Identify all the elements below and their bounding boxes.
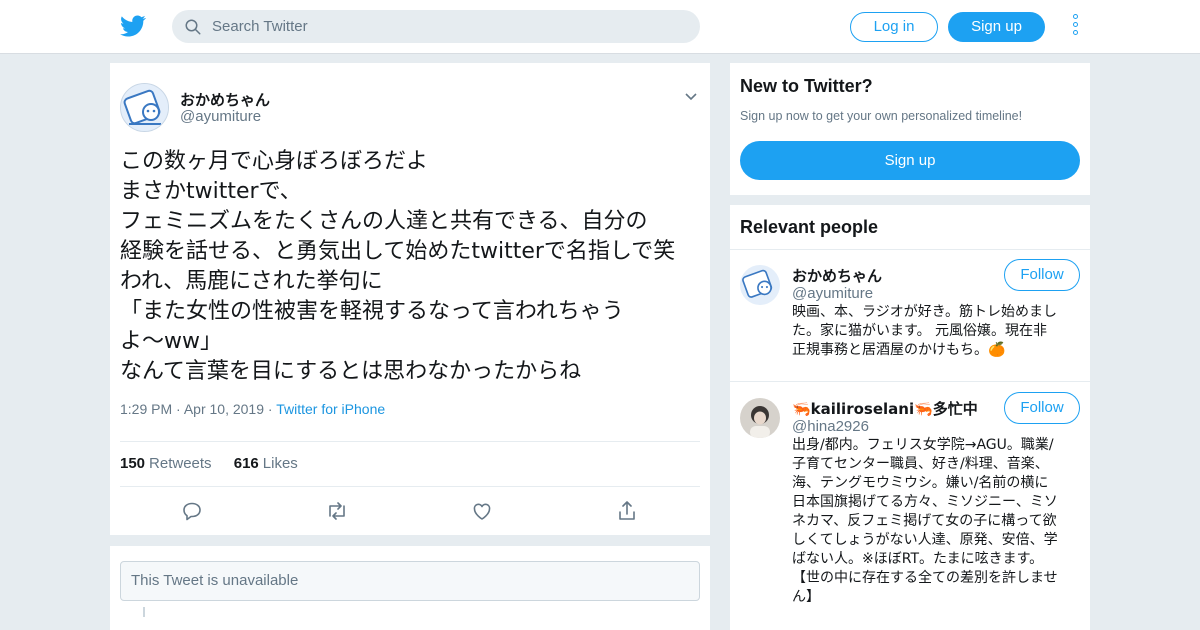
meta-separator: ·: [176, 401, 181, 417]
person-avatar[interactable]: [740, 398, 780, 438]
follow-button[interactable]: Follow: [1004, 392, 1080, 424]
tweet-date[interactable]: Apr 10, 2019: [184, 401, 264, 417]
tweet-text-line: この数ヶ月で心身ぼろぼろだよ: [120, 149, 429, 174]
retweet-icon[interactable]: [325, 499, 349, 523]
meta-separator: ·: [267, 401, 273, 417]
search-box[interactable]: [172, 10, 700, 43]
bio-line: しくてしょうがない人達、原発、安倍、学: [792, 532, 1058, 548]
share-icon[interactable]: [615, 499, 639, 523]
bio-line: 子育てセンター職員、好き/料理、音楽、: [792, 456, 1049, 472]
tweet-text-line: 「また女性の性被害を軽視するなって言われちゃう: [120, 299, 624, 324]
login-button[interactable]: Log in: [850, 12, 938, 42]
reply-icon[interactable]: [180, 499, 204, 523]
tweet-text-line: まさかtwitterで、: [120, 179, 302, 204]
tweet-actions: [120, 495, 700, 527]
avatar-photo: [740, 398, 780, 438]
bio-line: 出身/都内。フェリス女学院→AGU。職業/: [792, 437, 1054, 453]
person-bio: 出身/都内。フェリス女学院→AGU。職業/ 子育てセンター職員、好き/料理、音楽…: [792, 436, 1082, 607]
tweet-unavailable-notice: This Tweet is unavailable: [120, 561, 700, 601]
person-name[interactable]: おかめちゃん: [792, 265, 882, 286]
heart-icon[interactable]: [470, 499, 494, 523]
search-input[interactable]: [212, 10, 682, 43]
tweet-metadata: 1:29 PM · Apr 10, 2019 · Twitter for iPh…: [120, 401, 385, 417]
divider: [730, 249, 1090, 250]
thread-line: [143, 607, 145, 617]
retweets-stat[interactable]: 150 Retweets: [120, 455, 212, 472]
retweets-label: Retweets: [149, 455, 212, 472]
relevant-people-title: Relevant people: [740, 217, 879, 237]
person-name[interactable]: 🦐kailiroselani🦐多忙中: [792, 398, 978, 419]
bio-line: 海、テングモウミウシ。嫌い/名前の横に: [792, 475, 1049, 491]
promo-signup-button[interactable]: Sign up: [740, 141, 1080, 180]
bio-line: 正規事務と居酒屋のかけもち。🍊: [792, 342, 1006, 358]
tweet-source-link[interactable]: Twitter for iPhone: [276, 401, 385, 417]
retweets-count: 150: [120, 455, 146, 472]
search-icon: [185, 19, 201, 35]
chevron-down-icon[interactable]: [684, 90, 698, 104]
signup-promo-card: New to Twitter? Sign up now to get your …: [730, 63, 1090, 195]
tweet-text: この数ヶ月で心身ぼろぼろだよ まさかtwitterで、 フェミニズムをたくさんの…: [120, 147, 705, 387]
tweet-text-line: よ〜ww」: [120, 329, 222, 354]
bio-line: 【世の中に存在する全ての差別を許しませ: [792, 570, 1058, 586]
bio-line: 映画、本、ラジオが好き。筋トレ始めまし: [792, 304, 1058, 320]
reply-card: This Tweet is unavailable: [110, 546, 710, 630]
tweet-text-line: フェミニズムをたくさんの人達と共有できる、自分の: [120, 209, 648, 234]
promo-title: New to Twitter?: [740, 76, 873, 96]
more-options-icon[interactable]: [1068, 14, 1082, 40]
person-avatar[interactable]: [740, 265, 780, 305]
tweet-text-line: なんて言葉を目にするとは思わなかったからね: [120, 359, 582, 384]
bio-line: ネカマ、反フェミ掲げて女の子に構って欲: [792, 513, 1057, 529]
person-handle[interactable]: @ayumiture: [792, 285, 873, 302]
divider: [730, 381, 1090, 382]
relevant-people-card: Relevant people おかめちゃん @ayumiture Follow…: [730, 205, 1090, 630]
bio-line: た。家に猫がいます。 元風俗嬢。現在非: [792, 323, 1048, 339]
author-avatar[interactable]: [120, 83, 169, 132]
tweet-text-line: 経験を話せる、と勇気出して始めたtwitterで名指しで笑: [120, 239, 676, 264]
avatar-illustration: [740, 265, 780, 305]
promo-subtitle: Sign up now to get your own personalized…: [740, 109, 1023, 123]
author-name[interactable]: おかめちゃん: [180, 89, 270, 110]
bio-line: ん】: [792, 589, 820, 605]
tweet-stats: 150 Retweets 616 Likes: [120, 441, 700, 487]
likes-count: 616: [233, 455, 259, 472]
signup-button[interactable]: Sign up: [948, 12, 1045, 42]
bio-line: ばない人。※ほぼRT。たまに呟きます。: [792, 551, 1044, 567]
twitter-bird-icon[interactable]: [120, 13, 146, 39]
follow-button[interactable]: Follow: [1004, 259, 1080, 291]
author-handle[interactable]: @ayumiture: [180, 108, 261, 125]
tweet-text-line: われ、馬鹿にされた挙句に: [120, 269, 383, 294]
likes-label: Likes: [262, 455, 298, 472]
bio-line: 日本国旗掲げてる方々、ミソジニー、ミソ: [792, 494, 1058, 510]
person-bio: 映画、本、ラジオが好き。筋トレ始めまし た。家に猫がいます。 元風俗嬢。現在非 …: [792, 303, 1082, 360]
tweet-time[interactable]: 1:29 PM: [120, 401, 172, 417]
tweet-card: おかめちゃん @ayumiture この数ヶ月で心身ぼろぼろだよ まさかtwit…: [110, 63, 710, 535]
avatar-illustration: [121, 84, 168, 131]
likes-stat[interactable]: 616 Likes: [234, 455, 298, 472]
person-handle[interactable]: @hina2926: [792, 418, 869, 435]
top-bar: Log in Sign up: [0, 0, 1200, 54]
